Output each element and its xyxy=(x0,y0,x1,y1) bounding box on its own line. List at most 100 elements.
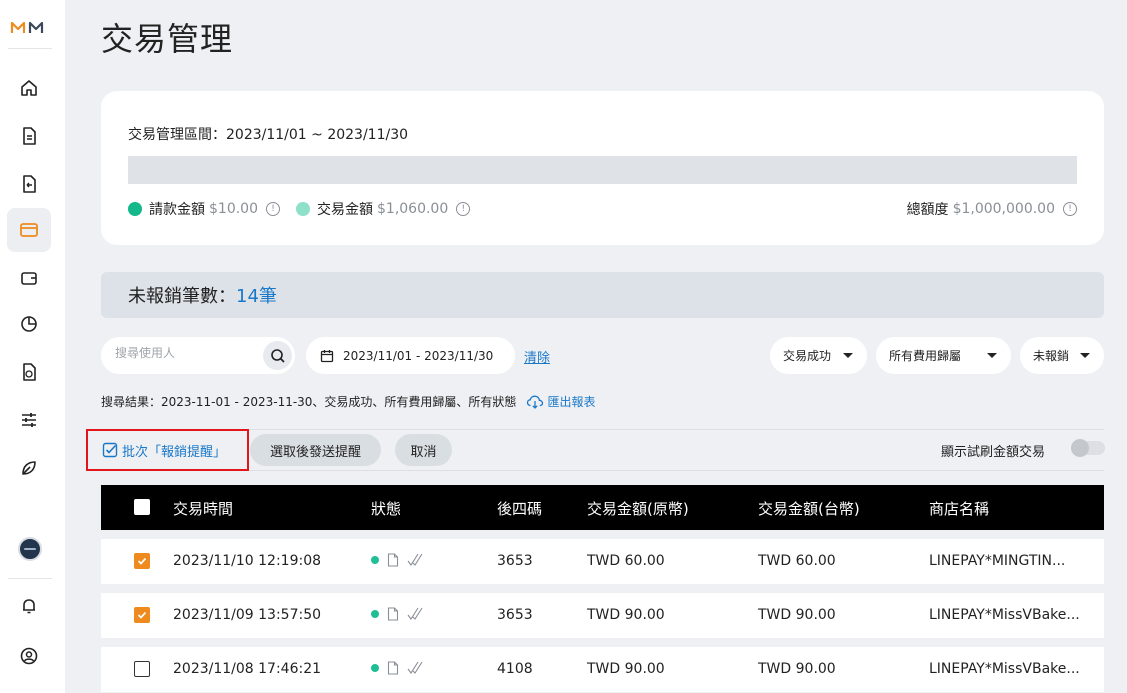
batch-reminder-button[interactable]: 批次「報銷提醒」 xyxy=(86,429,249,471)
wallet-icon xyxy=(21,272,37,285)
card-last4: 3653 xyxy=(497,607,533,623)
transaction-time: 2023/11/10 12:19:08 xyxy=(173,553,322,569)
limit-legend: 總額度 $1,000,000.00 ! xyxy=(907,199,1077,219)
receipt-icon xyxy=(387,607,399,621)
amount-original: TWD 60.00 xyxy=(587,553,665,569)
credit-card-icon xyxy=(20,223,38,237)
merchant-name: LINEPAY*MINGTIN... xyxy=(929,553,1066,569)
nav-returns[interactable] xyxy=(7,162,51,206)
period-progress-bar xyxy=(128,156,1077,184)
sidebar-divider-bottom xyxy=(8,578,52,579)
column-header: 交易金額(原幣) xyxy=(587,500,689,518)
leaf-icon xyxy=(22,461,36,475)
status-select-value: 交易成功 xyxy=(783,349,832,363)
calendar-icon xyxy=(320,349,334,362)
table-row[interactable]: 2023/11/08 17:46:21 4108 TWD 90.00 TWD 9… xyxy=(101,647,1104,692)
status-dot xyxy=(371,556,379,564)
row-checkbox[interactable] xyxy=(134,607,150,623)
nav-reports[interactable] xyxy=(7,302,51,346)
table-row[interactable]: 2023/11/10 12:19:08 3653 TWD 60.00 TWD 6… xyxy=(101,539,1104,584)
row-checkbox[interactable] xyxy=(134,661,150,677)
reimburse-select[interactable]: 未報銷 xyxy=(1020,337,1104,374)
export-report-link[interactable]: 匯出報表 xyxy=(526,393,595,410)
nav-notifications[interactable] xyxy=(7,584,51,628)
bell-icon xyxy=(23,599,35,614)
amount-original: TWD 90.00 xyxy=(587,607,665,623)
search-button[interactable] xyxy=(263,341,292,370)
period-label: 交易管理區間：2023/11/01 ~ 2023/11/30 xyxy=(128,127,409,143)
card-last4: 3653 xyxy=(497,553,533,569)
column-header: 交易時間 xyxy=(173,500,234,518)
user-circle-icon xyxy=(20,647,38,665)
receipt-icon xyxy=(387,553,399,567)
card-last4: 4108 xyxy=(497,661,533,677)
nav-profile[interactable] xyxy=(7,634,51,678)
divider xyxy=(101,470,1104,471)
send-reminder-button[interactable]: 選取後發送提醒 xyxy=(250,434,381,466)
nav-green[interactable] xyxy=(7,446,51,490)
summary-card: 交易管理區間：2023/11/01 ~ 2023/11/30 請款金額 $10.… xyxy=(101,91,1104,245)
tx-amount: $1,060.00 xyxy=(377,201,449,217)
nav-expenses[interactable] xyxy=(7,350,51,394)
tx-color-dot xyxy=(296,202,310,216)
caret-down-icon xyxy=(1080,353,1090,358)
transaction-time: 2023/11/09 13:57:50 xyxy=(173,607,322,623)
column-header: 狀態 xyxy=(371,500,402,518)
status-select[interactable]: 交易成功 xyxy=(770,337,867,374)
toggle-knob xyxy=(1071,439,1089,457)
export-report-label: 匯出報表 xyxy=(547,395,596,409)
column-header: 後四碼 xyxy=(497,500,543,518)
checkbox-check-icon xyxy=(102,442,118,458)
search-result-text: 搜尋結果：2023-11-01 - 2023-11-30、交易成功、所有費用歸屬… xyxy=(101,395,517,409)
money-file-icon xyxy=(23,363,36,381)
check-icon xyxy=(137,611,147,619)
batch-reminder-label: 批次「報銷提醒」 xyxy=(122,444,227,460)
nav-documents[interactable] xyxy=(7,114,51,158)
company-avatar[interactable] xyxy=(18,537,42,561)
info-icon[interactable]: ! xyxy=(266,202,280,216)
select-all-checkbox[interactable] xyxy=(134,499,150,515)
claim-color-dot xyxy=(128,202,142,216)
test-transaction-toggle-label: 顯示試刷金額交易 xyxy=(941,445,1046,460)
page-title: 交易管理 xyxy=(101,20,234,58)
info-icon[interactable]: ! xyxy=(456,202,471,216)
column-header: 交易金額(台幣) xyxy=(758,500,860,518)
logo xyxy=(10,21,44,33)
amount-twd: TWD 60.00 xyxy=(758,553,836,569)
category-select[interactable]: 所有費用歸屬 xyxy=(876,337,1011,374)
pending-count-bar: 未報銷筆數： 14筆 xyxy=(101,272,1104,318)
sidebar xyxy=(0,0,65,693)
cancel-button[interactable]: 取消 xyxy=(395,434,452,466)
home-icon xyxy=(21,80,37,96)
claim-legend: 請款金額 $10.00 ! xyxy=(128,199,280,219)
limit-amount: $1,000,000.00 xyxy=(952,201,1055,217)
clear-filter-link[interactable]: 清除 xyxy=(524,347,550,366)
test-transaction-toggle[interactable] xyxy=(1071,439,1105,457)
pending-count: 14筆 xyxy=(236,286,277,307)
row-checkbox[interactable] xyxy=(134,553,150,569)
status-cell xyxy=(371,661,425,675)
nav-settings[interactable] xyxy=(7,398,51,442)
status-dot xyxy=(371,664,379,672)
search-input[interactable] xyxy=(115,346,255,360)
merchant-name: LINEPAY*MissVBake... xyxy=(929,607,1080,623)
status-dot xyxy=(371,610,379,618)
search-box xyxy=(101,337,295,374)
nav-transactions[interactable] xyxy=(7,208,51,252)
pending-label: 未報銷筆數： xyxy=(128,286,236,307)
double-check-icon xyxy=(407,607,423,620)
info-icon[interactable]: ! xyxy=(1063,202,1077,216)
nav-home[interactable] xyxy=(7,66,51,110)
caret-down-icon xyxy=(843,353,853,358)
transaction-time: 2023/11/08 17:46:21 xyxy=(173,661,322,677)
pie-chart-icon xyxy=(21,316,37,332)
claim-amount: $10.00 xyxy=(209,201,258,217)
date-range-value: 2023/11/01 - 2023/11/30 xyxy=(343,348,494,363)
table-row[interactable]: 2023/11/09 13:57:50 3653 TWD 90.00 TWD 9… xyxy=(101,593,1104,638)
category-select-value: 所有費用歸屬 xyxy=(889,349,962,363)
date-range-picker[interactable]: 2023/11/01 - 2023/11/30 xyxy=(306,337,515,374)
nav-wallet[interactable] xyxy=(7,256,51,300)
merchant-name: LINEPAY*MissVBake... xyxy=(929,661,1080,677)
document-icon xyxy=(23,127,36,145)
search-icon xyxy=(270,348,285,363)
